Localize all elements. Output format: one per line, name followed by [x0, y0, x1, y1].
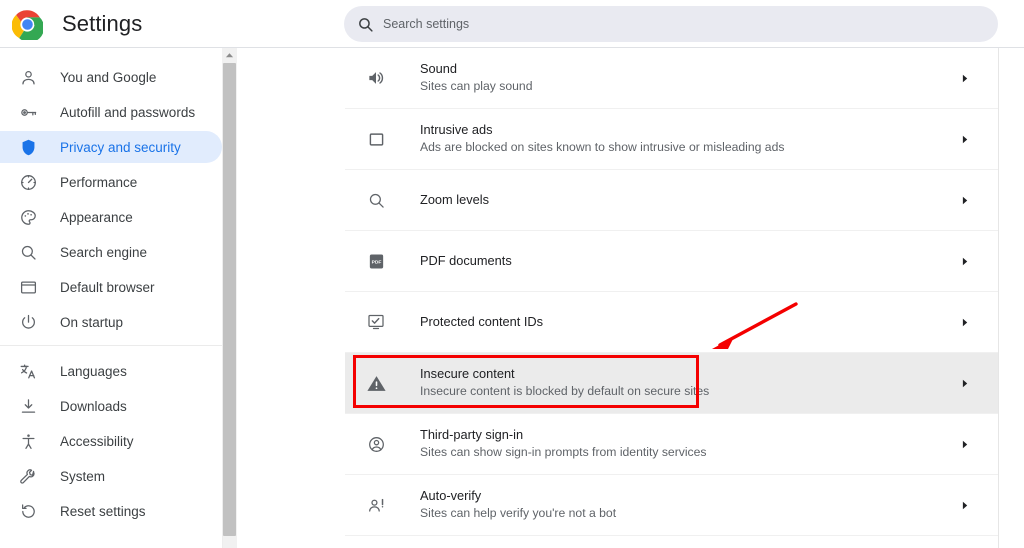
settings-row-pdf-documents[interactable]: PDF PDF documents — [345, 231, 999, 292]
sound-icon — [365, 67, 387, 89]
privacy-settings-list: Sound Sites can play sound Intrusive ads Ad… — [345, 48, 999, 548]
sidebar-item-on-startup[interactable]: On startup — [0, 306, 222, 338]
sidebar-item-label: You and Google — [60, 69, 157, 85]
chevron-right-icon[interactable] — [954, 438, 974, 451]
key-icon — [18, 102, 38, 122]
settings-row-title: PDF documents — [420, 253, 512, 268]
sidebar-item-label: System — [60, 468, 106, 484]
warning-icon — [365, 372, 387, 394]
chevron-right-icon[interactable] — [954, 255, 974, 268]
settings-row-text: PDF documents — [420, 253, 954, 269]
sidebar-item-label: Appearance — [60, 209, 133, 225]
settings-sidebar: You and Google Autofill and passwords Priv… — [0, 48, 222, 548]
person-icon — [18, 67, 38, 87]
settings-row-insecure-content[interactable]: Insecure content Insecure content is bloc… — [345, 353, 999, 414]
settings-row-title: Intrusive ads — [420, 122, 493, 137]
sidebar-item-label: Languages — [60, 363, 127, 379]
sidebar-group-separator — [0, 345, 222, 346]
download-icon — [18, 396, 38, 416]
shield-icon — [18, 137, 38, 157]
settings-row-auto-verify[interactable]: Auto-verify Sites can help verify you're … — [345, 475, 999, 536]
settings-row-sound[interactable]: Sound Sites can play sound — [345, 48, 999, 109]
sidebar-item-label: Performance — [60, 174, 138, 190]
settings-row-text: Insecure content Insecure content is bloc… — [420, 366, 954, 400]
sidebar-item-performance[interactable]: Performance — [0, 166, 222, 198]
settings-row-text: Protected content IDs — [420, 314, 954, 330]
settings-row-text: Zoom levels — [420, 192, 954, 208]
sidebar-item-search-engine[interactable]: Search engine — [0, 236, 222, 268]
reset-icon — [18, 501, 38, 521]
content-right-border — [998, 48, 999, 548]
settings-row-title: Insecure content — [420, 366, 515, 381]
sidebar-item-reset-settings[interactable]: Reset settings — [0, 495, 222, 527]
settings-row-subtitle: Ads are blocked on sites known to show i… — [420, 140, 785, 154]
search-input[interactable] — [383, 14, 943, 34]
settings-page: Settings You and Google Autofill and pass… — [0, 0, 1024, 548]
auto-verify-icon — [365, 494, 387, 516]
settings-row-subtitle: Sites can help verify you're not a bot — [420, 506, 617, 520]
palette-icon — [18, 207, 38, 227]
search-icon — [18, 242, 38, 262]
settings-row-text: Intrusive ads Ads are blocked on sites kn… — [420, 122, 954, 156]
sidebar-item-system[interactable]: System — [0, 460, 222, 492]
settings-row-text: Third-party sign-in Sites can show sign-i… — [420, 427, 954, 461]
sidebar-item-accessibility[interactable]: Accessibility — [0, 425, 222, 457]
scroll-up-arrow-icon[interactable] — [222, 48, 237, 63]
sidebar-item-you-and-google[interactable]: You and Google — [0, 61, 222, 93]
sidebar-item-default-browser[interactable]: Default browser — [0, 271, 222, 303]
sidebar-item-languages[interactable]: Languages — [0, 355, 222, 387]
sidebar-item-label: Downloads — [60, 398, 127, 414]
search-icon — [359, 17, 373, 32]
settings-row-third-party-sign-in[interactable]: Third-party sign-in Sites can show sign-i… — [345, 414, 999, 475]
sidebar-item-downloads[interactable]: Downloads — [0, 390, 222, 422]
speed-icon — [18, 172, 38, 192]
protected-content-icon — [365, 311, 387, 333]
sidebar-item-label: Privacy and security — [60, 139, 181, 155]
app-header: Settings — [0, 0, 1024, 48]
sidebar-item-label: On startup — [60, 314, 124, 330]
sidebar-item-label: Reset settings — [60, 503, 146, 519]
chevron-right-icon[interactable] — [954, 499, 974, 512]
settings-row-protected-content-ids[interactable]: Protected content IDs — [345, 292, 999, 353]
sidebar-item-label: Default browser — [60, 279, 155, 295]
settings-row-intrusive-ads[interactable]: Intrusive ads Ads are blocked on sites kn… — [345, 109, 999, 170]
settings-row-text: Auto-verify Sites can help verify you're … — [420, 488, 954, 522]
settings-row-zoom-levels[interactable]: Zoom levels — [345, 170, 999, 231]
accessibility-icon — [18, 431, 38, 451]
wrench-icon — [18, 466, 38, 486]
settings-row-title: Sound — [420, 61, 458, 76]
pdf-icon: PDF — [365, 250, 387, 272]
chevron-right-icon[interactable] — [954, 316, 974, 329]
sidebar-item-label: Autofill and passwords — [60, 104, 196, 120]
svg-text:PDF: PDF — [371, 259, 381, 265]
sidebar-edge — [237, 48, 238, 548]
settings-row-title: Auto-verify — [420, 488, 482, 503]
chevron-right-icon[interactable] — [954, 133, 974, 146]
sidebar-item-autofill-and-passwords[interactable]: Autofill and passwords — [0, 96, 222, 128]
chrome-logo-icon — [12, 9, 43, 40]
chevron-right-icon[interactable] — [954, 72, 974, 85]
sidebar-scrollbar-thumb[interactable] — [223, 63, 236, 536]
sidebar-item-label: Accessibility — [60, 433, 134, 449]
page-title: Settings — [62, 11, 143, 36]
browser-icon — [18, 277, 38, 297]
power-icon — [18, 312, 38, 332]
settings-row-title: Protected content IDs — [420, 314, 544, 329]
settings-row-text: Sound Sites can play sound — [420, 61, 954, 95]
settings-row-title: Third-party sign-in — [420, 427, 524, 442]
sidebar-item-privacy-and-security[interactable]: Privacy and security — [0, 131, 222, 163]
chevron-right-icon[interactable] — [954, 377, 974, 390]
sidebar-item-label: Search engine — [60, 244, 148, 260]
sidebar-item-appearance[interactable]: Appearance — [0, 201, 222, 233]
zoom-icon — [365, 189, 387, 211]
settings-row-title: Zoom levels — [420, 192, 489, 207]
settings-row-subtitle: Sites can play sound — [420, 79, 533, 93]
settings-row-subtitle: Insecure content is blocked by default o… — [420, 384, 710, 398]
settings-row-subtitle: Sites can show sign-in prompts from iden… — [420, 445, 707, 459]
translate-icon — [18, 361, 38, 381]
chevron-right-icon[interactable] — [954, 194, 974, 207]
intrusive-ads-icon — [365, 128, 387, 150]
account-circle-icon — [365, 433, 387, 455]
search-settings-box[interactable] — [344, 6, 998, 42]
